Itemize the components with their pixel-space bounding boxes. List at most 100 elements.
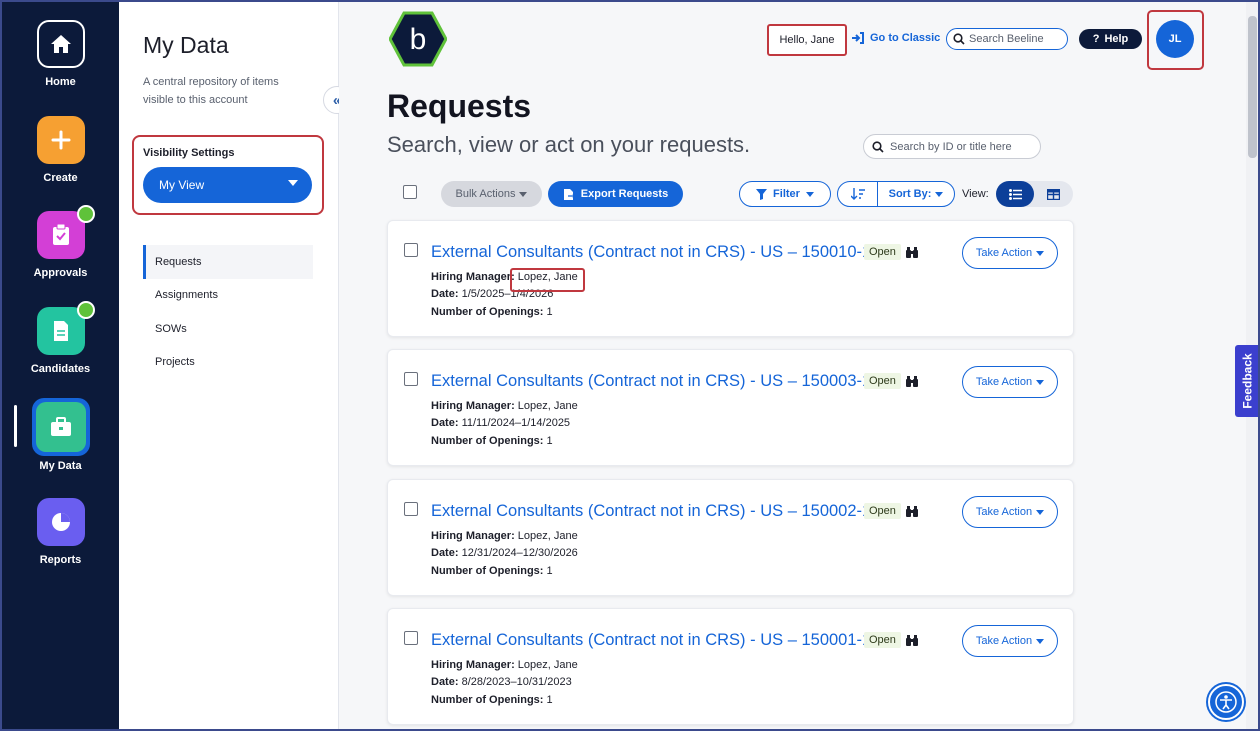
side-nav: Requests Assignments SOWs Projects	[143, 245, 313, 379]
side-nav-label: Assignments	[155, 289, 218, 302]
grid-view-button[interactable]	[1034, 181, 1072, 207]
field-label: Date:	[431, 676, 459, 688]
plus-icon	[51, 130, 70, 150]
caret-down-icon	[288, 180, 298, 186]
take-action-button[interactable]: Take Action	[962, 625, 1058, 657]
binoculars-icon[interactable]	[906, 247, 918, 258]
row-checkbox[interactable]	[404, 502, 418, 516]
filter-button[interactable]: Filter	[739, 181, 831, 207]
field-label: Hiring Manager:	[431, 400, 515, 412]
status-badge: Open	[864, 244, 901, 260]
classic-link-text: Go to Classic	[870, 32, 941, 44]
rail-label: Candidates	[30, 363, 91, 375]
help-button[interactable]: ? Help	[1079, 29, 1142, 49]
logo-letter: b	[410, 23, 427, 56]
take-action-button[interactable]: Take Action	[962, 496, 1058, 528]
request-search-input[interactable]: Search by ID or title here	[863, 134, 1041, 159]
feedback-label: Feedback	[1241, 353, 1256, 409]
status-badge: Open	[864, 503, 901, 519]
main-content: b Hello, Jane Go to Classic Search Beeli…	[339, 2, 1246, 729]
export-icon	[563, 188, 575, 200]
view-toggle	[996, 181, 1073, 207]
row-checkbox[interactable]	[404, 372, 418, 386]
rail-item-home[interactable]: Home	[2, 20, 119, 88]
take-action-button[interactable]: Take Action	[962, 237, 1058, 269]
rail-item-my-data[interactable]: My Data	[2, 398, 119, 472]
field-value: 1	[546, 306, 553, 318]
view-label: View:	[962, 188, 989, 200]
accessibility-button[interactable]	[1208, 684, 1244, 720]
request-search-placeholder: Search by ID or title here	[890, 140, 1012, 153]
rail-label: Home	[45, 76, 76, 88]
sign-in-icon	[852, 32, 864, 44]
row-checkbox[interactable]	[404, 631, 418, 645]
request-title-link[interactable]: External Consultants (Contract not in CR…	[431, 372, 871, 391]
side-nav-projects[interactable]: Projects	[143, 346, 313, 380]
binoculars-icon[interactable]	[906, 506, 918, 517]
side-nav-requests[interactable]: Requests	[143, 245, 313, 279]
filter-icon	[756, 188, 768, 200]
field-value: 1	[546, 694, 553, 706]
global-search-input[interactable]: Search Beeline	[946, 28, 1068, 50]
filter-label: Filter	[773, 188, 800, 200]
feedback-tab[interactable]: Feedback	[1235, 345, 1258, 417]
create-tile	[36, 116, 85, 164]
row-checkbox[interactable]	[404, 243, 418, 257]
document-icon	[53, 321, 68, 341]
beeline-logo[interactable]: b	[388, 11, 448, 67]
openings-row: Number of Openings: 1	[431, 435, 553, 447]
question-icon: ?	[1092, 33, 1100, 45]
take-action-label: Take Action	[975, 635, 1033, 647]
export-requests-button[interactable]: Export Requests	[548, 181, 683, 207]
take-action-label: Take Action	[975, 247, 1033, 259]
app-window: Home Create Approvals Candidates My Data…	[0, 0, 1260, 731]
global-search-placeholder: Search Beeline	[969, 33, 1044, 45]
go-to-classic-link[interactable]: Go to Classic	[851, 32, 940, 44]
user-avatar[interactable]: JL	[1156, 20, 1194, 58]
briefcase-icon	[50, 417, 71, 436]
caret-down-icon	[1036, 509, 1045, 515]
caret-down-icon	[935, 191, 944, 197]
search-icon	[953, 33, 965, 45]
sort-control[interactable]: Sort By:	[837, 181, 955, 207]
bulk-actions-button[interactable]: Bulk Actions	[441, 181, 542, 207]
rail-item-create[interactable]: Create	[2, 116, 119, 184]
list-view-button[interactable]	[996, 181, 1034, 207]
export-label: Export Requests	[580, 188, 669, 200]
rail-item-approvals[interactable]: Approvals	[2, 205, 119, 279]
field-label: Number of Openings:	[431, 435, 544, 447]
request-title-link[interactable]: External Consultants (Contract not in CR…	[431, 502, 871, 521]
sort-by-button[interactable]: Sort By:	[878, 188, 954, 200]
home-icon	[50, 35, 71, 53]
scrollbar-thumb[interactable]	[1248, 16, 1257, 158]
request-card: External Consultants (Contract not in CR…	[387, 349, 1074, 466]
request-title-link[interactable]: External Consultants (Contract not in CR…	[431, 243, 871, 262]
field-value: 11/11/2024–1/14/2025	[461, 417, 571, 429]
notification-dot	[76, 301, 95, 319]
caret-down-icon	[1036, 379, 1045, 385]
select-all-checkbox[interactable]	[403, 185, 417, 199]
field-value: Lopez, Jane	[517, 659, 578, 671]
visibility-select[interactable]: My View	[143, 167, 312, 203]
field-value: Lopez, Jane	[517, 400, 578, 412]
sort-label: Sort By:	[888, 188, 932, 200]
rail-item-candidates[interactable]: Candidates	[2, 301, 119, 375]
side-nav-assignments[interactable]: Assignments	[143, 279, 313, 313]
binoculars-icon[interactable]	[906, 635, 918, 646]
side-nav-sows[interactable]: SOWs	[143, 312, 313, 346]
caret-down-icon	[519, 191, 528, 197]
rail-item-reports[interactable]: Reports	[2, 498, 119, 566]
rail-label: Reports	[39, 554, 82, 566]
greeting: Hello, Jane	[767, 24, 847, 56]
field-label: Date:	[431, 288, 459, 300]
binoculars-icon[interactable]	[906, 376, 918, 387]
request-title-link[interactable]: External Consultants (Contract not in CR…	[431, 631, 871, 650]
approvals-tile	[36, 205, 95, 259]
visibility-settings-label: Visibility Settings	[143, 147, 235, 159]
sort-direction-button[interactable]	[838, 182, 878, 206]
status-badge: Open	[864, 373, 901, 389]
date-row: Date: 11/11/2024–1/14/2025	[431, 417, 570, 429]
field-label: Date:	[431, 547, 459, 559]
take-action-button[interactable]: Take Action	[962, 366, 1058, 398]
field-label: Number of Openings:	[431, 306, 544, 318]
